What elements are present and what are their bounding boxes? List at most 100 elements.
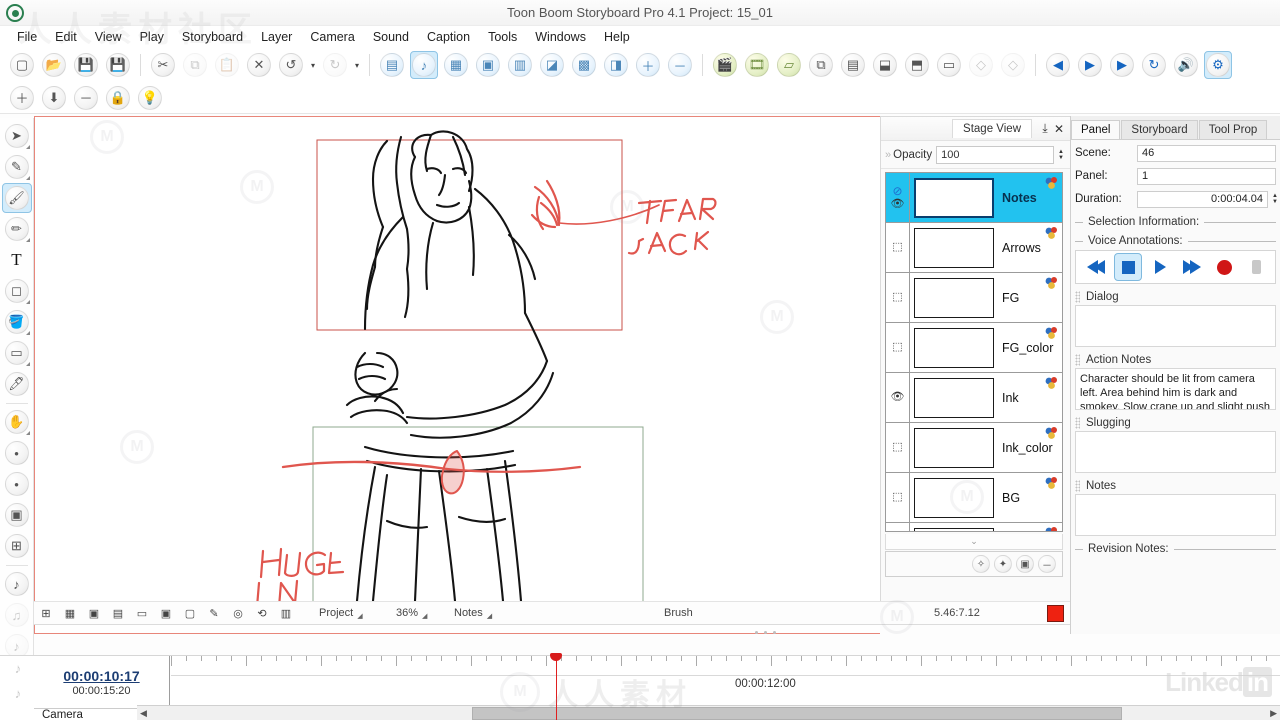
layer-row[interactable]: ⬚ FG_color: [886, 323, 1062, 373]
layer-name[interactable]: FG_color: [1002, 341, 1053, 355]
float-window-icon[interactable]: ⤓: [1038, 121, 1052, 137]
edit-sound-tool[interactable]: ♫: [2, 600, 32, 630]
menu-item-caption[interactable]: Caption: [418, 28, 479, 46]
open-project-icon[interactable]: 📂: [40, 51, 68, 79]
stage-view-tab[interactable]: Stage View: [952, 119, 1032, 138]
add-layer-icon[interactable]: ＋: [8, 84, 36, 112]
slugging-textbox[interactable]: [1075, 431, 1276, 473]
timeline-view-icon[interactable]: ▩: [570, 51, 598, 79]
camera-frame-tool[interactable]: ⊞: [2, 531, 32, 561]
select-tool[interactable]: ➤: [2, 121, 32, 151]
layer-name[interactable]: FG: [1002, 291, 1019, 305]
drawing-canvas[interactable]: [35, 117, 879, 602]
add-transition-icon[interactable]: ◇: [967, 51, 995, 79]
paint-bucket-tool[interactable]: 🪣: [2, 307, 32, 337]
scroll-right-icon[interactable]: ▶: [1270, 708, 1277, 719]
layer-row[interactable]: ⬚ Ink_color: [886, 423, 1062, 473]
menu-item-storyboard[interactable]: Storyboard: [173, 28, 252, 46]
new-panel-icon[interactable]: ▱: [775, 51, 803, 79]
new-project-icon[interactable]: ▢: [8, 51, 36, 79]
layer-name[interactable]: Arrows: [1002, 241, 1041, 255]
save-icon[interactable]: 💾: [72, 51, 100, 79]
layer-row[interactable]: 👁 Ink: [886, 373, 1062, 423]
layer-name[interactable]: Ink_color: [1002, 441, 1053, 455]
flip-icon[interactable]: ⟲: [251, 603, 273, 623]
paste-icon[interactable]: 📋: [213, 51, 241, 79]
delete-icon[interactable]: ✕: [245, 51, 273, 79]
add-sound-tool[interactable]: ♪: [2, 569, 32, 599]
project-selector-caret-icon[interactable]: ◢: [357, 612, 362, 620]
menu-item-camera[interactable]: Camera: [301, 28, 363, 46]
reference-icon[interactable]: ▥: [275, 603, 297, 623]
layer-name[interactable]: Notes: [1002, 191, 1037, 205]
brush-tool[interactable]: 🖌: [1, 183, 32, 213]
rewind-button[interactable]: [1082, 253, 1110, 281]
lock-layer-icon[interactable]: 🔒: [104, 84, 132, 112]
menu-item-sound[interactable]: Sound: [364, 28, 418, 46]
fast-forward-button[interactable]: [1178, 253, 1206, 281]
delete-layer-icon[interactable]: －: [1038, 555, 1056, 573]
layer-hidden-icon[interactable]: ⬚: [892, 292, 902, 303]
more-options-button[interactable]: [1242, 253, 1270, 281]
layer-thumbnail[interactable]: [914, 527, 994, 531]
action-notes-textbox[interactable]: Character should be lit from camera left…: [1075, 368, 1276, 410]
text-tool[interactable]: T: [2, 245, 32, 275]
zoom-in-icon[interactable]: ＋: [634, 51, 662, 79]
add-bitmap-layer-icon[interactable]: ✦: [994, 555, 1012, 573]
sound-toggle-icon[interactable]: 🔊: [1172, 51, 1200, 79]
remove-transition-icon[interactable]: ◇: [999, 51, 1027, 79]
layer-name[interactable]: Ink: [1002, 391, 1019, 405]
playhead[interactable]: [550, 653, 562, 720]
add-3d-layer-icon[interactable]: ▣: [1016, 555, 1034, 573]
library-view-icon[interactable]: ◨: [602, 51, 630, 79]
panel-input[interactable]: 1: [1137, 167, 1276, 185]
layer-thumbnail[interactable]: [914, 377, 994, 418]
layer-row[interactable]: ⬚ BG: [886, 473, 1062, 523]
title-safe-icon[interactable]: ▤: [107, 603, 129, 623]
next-panel-icon[interactable]: ▶: [1076, 51, 1104, 79]
menu-item-view[interactable]: View: [86, 28, 131, 46]
layer-lock-icon[interactable]: ⊘: [892, 185, 902, 197]
dialog-textbox[interactable]: [1075, 305, 1276, 347]
hand-tool[interactable]: ✋: [2, 407, 32, 437]
play-button[interactable]: [1146, 253, 1174, 281]
layer-list-scroll-down-icon[interactable]: ⌄: [885, 534, 1063, 550]
menu-item-windows[interactable]: Windows: [526, 28, 595, 46]
layer-visible-icon[interactable]: 👁: [891, 199, 905, 210]
menu-item-play[interactable]: Play: [131, 28, 173, 46]
aspect-ratio-icon[interactable]: ▭: [131, 603, 153, 623]
previous-panel-icon[interactable]: ◀: [1044, 51, 1072, 79]
stage-view[interactable]: [34, 116, 880, 634]
delete-layer-icon[interactable]: －: [72, 84, 100, 112]
layer-row[interactable]: ⊘ 👁 Notes: [886, 173, 1062, 223]
new-sequence-icon[interactable]: 🎞: [743, 51, 771, 79]
notes-textbox[interactable]: [1075, 494, 1276, 536]
zoom-selector[interactable]: 36%: [396, 607, 418, 619]
grid-icon[interactable]: ▦: [59, 603, 81, 623]
opacity-input[interactable]: 100: [936, 145, 1055, 164]
split-panel-icon[interactable]: ⬒: [903, 51, 931, 79]
layer-hidden-icon[interactable]: ⬚: [892, 242, 902, 253]
split-scene-icon[interactable]: ⬓: [871, 51, 899, 79]
layer-thumbnail[interactable]: [914, 327, 994, 368]
layer-row[interactable]: ⬚ Arrows: [886, 223, 1062, 273]
camera-view-icon[interactable]: ▢: [179, 603, 201, 623]
horizontal-workspace-icon[interactable]: ◪: [538, 51, 566, 79]
menu-item-file[interactable]: File: [8, 28, 46, 46]
duplicate-panel-icon[interactable]: ⧉: [807, 51, 835, 79]
scene-input[interactable]: 46: [1137, 144, 1276, 162]
layer-hidden-icon[interactable]: ⬚: [892, 442, 902, 453]
layer-list[interactable]: ⊘ 👁 Notes ⬚ Arrows ⬚ FG ⬚ FG_color 👁 Ink ⬚ Ink_color…: [885, 172, 1063, 532]
tab-storyboard[interactable]: Storyboard: [1121, 120, 1198, 139]
layer-hidden-icon[interactable]: ⬚: [892, 342, 902, 353]
layer-row[interactable]: ⬚: [886, 523, 1062, 531]
layer-hidden-icon[interactable]: ⬚: [892, 492, 902, 503]
copy-icon[interactable]: ⧉: [181, 51, 209, 79]
new-scene-icon[interactable]: 🎬: [711, 51, 739, 79]
import-images-icon[interactable]: ▤: [839, 51, 867, 79]
layer-selector-caret-icon[interactable]: ◢: [487, 612, 492, 620]
cut-icon[interactable]: ✂: [149, 51, 177, 79]
menu-item-help[interactable]: Help: [595, 28, 639, 46]
menu-item-layer[interactable]: Layer: [252, 28, 301, 46]
scroll-left-icon[interactable]: ◀: [140, 708, 147, 719]
